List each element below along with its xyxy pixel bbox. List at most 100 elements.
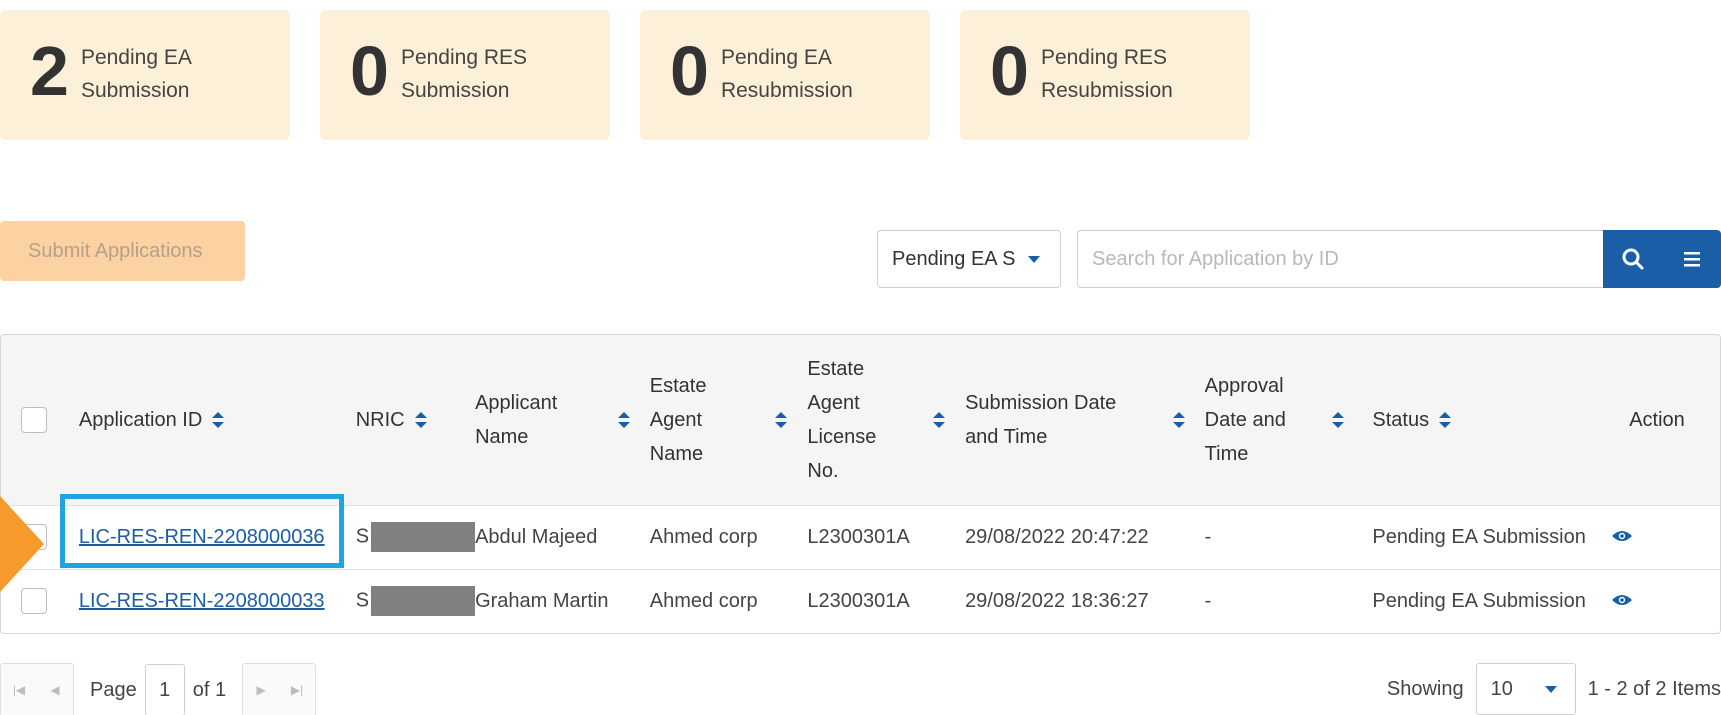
sort-icon: [933, 411, 946, 428]
row-checkbox[interactable]: [21, 588, 47, 615]
pagination-next-group: ▶ ▶|: [242, 663, 317, 715]
summary-label-line: Pending EA: [80, 46, 192, 69]
column-header-status[interactable]: Status: [1364, 335, 1609, 505]
chevron-down-icon: [1028, 256, 1040, 263]
next-page-icon[interactable]: ▶: [243, 664, 279, 715]
page-size-control: Showing 10 1 - 2 of 2 Items: [1387, 663, 1721, 715]
page-size-select[interactable]: 10: [1475, 663, 1576, 715]
estate-agent-name-cell: Ahmed corp: [649, 589, 758, 612]
view-eye-icon[interactable]: [1611, 526, 1633, 549]
applicant-name-cell: Graham Martin: [475, 589, 609, 612]
nric-redaction: [371, 522, 476, 552]
page-label: Page: [90, 678, 137, 701]
approval-date-cell: -: [1204, 525, 1212, 548]
column-header-label: Estate Agent License No.: [807, 357, 877, 482]
column-header-label: Applicant Name: [475, 391, 558, 448]
prev-page-icon[interactable]: ◀: [37, 664, 73, 715]
column-header-estate-agent-name[interactable]: Estate Agent Name: [650, 335, 808, 505]
summary-label: Pending EA Resubmission: [721, 41, 853, 107]
items-summary: 1 - 2 of 2 Items: [1587, 677, 1721, 700]
nric-value: S: [355, 525, 370, 548]
column-header-label: Approval Date and Time: [1204, 374, 1286, 465]
nric-redaction: [371, 586, 476, 617]
column-header-applicant-name[interactable]: Applicant Name: [475, 335, 650, 505]
summary-card-pending-res-submission[interactable]: 0 Pending RES Submission: [320, 10, 610, 140]
application-id-link[interactable]: LIC-RES-REN-2208000033: [79, 590, 325, 612]
summary-label-line: Resubmission: [720, 79, 853, 102]
estate-agent-name-cell: Ahmed corp: [649, 525, 758, 548]
nric-value: S: [355, 589, 370, 612]
sort-icon: [212, 412, 225, 429]
summary-label-line: Resubmission: [1040, 79, 1173, 102]
search-icon: [1622, 248, 1643, 270]
summary-label-line: Submission: [400, 79, 510, 102]
search-input[interactable]: [1078, 231, 1605, 287]
view-eye-icon[interactable]: [1611, 590, 1633, 613]
search-buttons: [1603, 230, 1721, 288]
sort-icon: [1172, 411, 1185, 428]
summary-count: 0: [990, 32, 1029, 110]
pagination-prev-group: |◀ ◀: [0, 663, 74, 715]
application-id-link[interactable]: LIC-RES-REN-2208000036: [79, 526, 325, 548]
search-box: [1077, 230, 1605, 288]
column-header-nric[interactable]: NRIC: [343, 335, 475, 505]
page-number-input[interactable]: 1: [144, 664, 185, 715]
first-page-icon[interactable]: |◀: [1, 664, 37, 715]
sort-icon: [775, 411, 788, 428]
menu-icon: [1683, 252, 1700, 267]
column-header-label: Action: [1629, 408, 1685, 431]
status-filter-select[interactable]: Pending EA S: [877, 230, 1061, 288]
status-cell: Pending EA Submission: [1372, 589, 1586, 612]
column-header-application-id[interactable]: Application ID: [63, 335, 343, 505]
search-button[interactable]: [1603, 230, 1662, 288]
sort-icon: [1439, 412, 1452, 429]
summary-count: 0: [670, 32, 709, 110]
summary-card-pending-res-resubmission[interactable]: 0 Pending RES Resubmission: [960, 10, 1250, 140]
status-filter-value: Pending EA S: [892, 247, 1016, 270]
sort-icon: [617, 411, 630, 428]
summary-count: 0: [350, 32, 389, 110]
column-header-label: Application ID: [78, 408, 203, 431]
approval-date-cell: -: [1204, 589, 1212, 612]
chevron-down-icon: [1544, 686, 1557, 693]
applicant-name-cell: Abdul Majeed: [475, 525, 598, 548]
annotation-arrow: [0, 496, 44, 592]
table-row: LIC-RES-REN-2208000033 S Graham Martin A…: [1, 569, 1720, 633]
applications-table: Application ID NRIC Applicant Name Estate…: [0, 334, 1721, 634]
submission-date-cell: 29/08/2022 18:36:27: [965, 589, 1149, 612]
summary-count: 2: [30, 32, 69, 110]
sort-icon: [414, 412, 427, 429]
column-header-label: NRIC: [355, 408, 405, 431]
select-all-checkbox[interactable]: [21, 407, 47, 434]
column-header-label: Estate Agent Name: [649, 374, 707, 465]
license-no-cell: L2300301A: [807, 589, 910, 612]
column-header-action: Action: [1609, 335, 1720, 505]
summary-cards: 2 Pending EA Submission 0 Pending RES Su…: [0, 10, 1250, 140]
last-page-icon[interactable]: ▶|: [279, 664, 315, 715]
license-no-cell: L2300301A: [807, 525, 910, 548]
pagination: |◀ ◀ Page 1 of 1 ▶ ▶|: [0, 663, 317, 715]
column-header-approval-date[interactable]: Approval Date and Time: [1205, 335, 1365, 505]
column-header-label: Submission Date and Time: [965, 391, 1117, 448]
sort-icon: [1332, 411, 1345, 428]
showing-label: Showing: [1386, 677, 1464, 700]
page-of-label: of 1: [192, 678, 227, 701]
column-header-submission-date[interactable]: Submission Date and Time: [965, 335, 1205, 505]
summary-label-line: Pending RES: [400, 46, 528, 69]
summary-card-pending-ea-resubmission[interactable]: 0 Pending EA Resubmission: [640, 10, 930, 140]
column-header-label: Status: [1372, 408, 1430, 431]
table-header-row: Application ID NRIC Applicant Name Estate…: [1, 335, 1720, 505]
column-header-license-no[interactable]: Estate Agent License No.: [807, 335, 965, 505]
summary-label: Pending EA Submission: [81, 41, 192, 107]
submission-date-cell: 29/08/2022 20:47:22: [965, 525, 1149, 548]
summary-label-line: Pending EA: [720, 46, 832, 69]
summary-label-line: Pending RES: [1040, 46, 1168, 69]
summary-label-line: Submission: [80, 79, 190, 102]
status-cell: Pending EA Submission: [1372, 525, 1586, 548]
summary-label: Pending RES Submission: [401, 41, 527, 107]
page-size-value: 10: [1490, 677, 1513, 700]
submit-applications-button[interactable]: Submit Applications: [0, 221, 245, 281]
summary-card-pending-ea-submission[interactable]: 2 Pending EA Submission: [0, 10, 290, 140]
summary-label: Pending RES Resubmission: [1041, 41, 1173, 107]
menu-button[interactable]: [1662, 230, 1721, 288]
